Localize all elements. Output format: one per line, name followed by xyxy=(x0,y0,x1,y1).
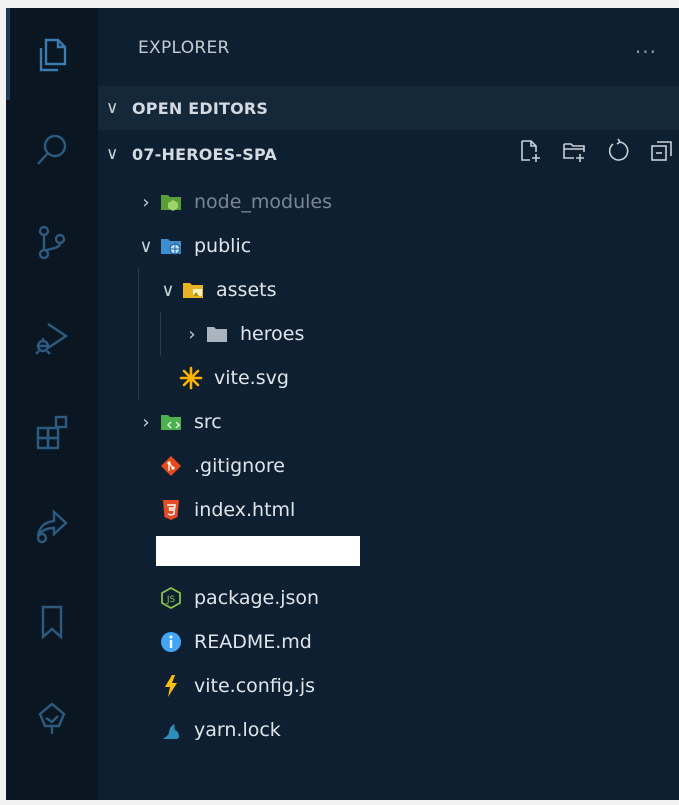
tree-item-vite-svg[interactable]: vite.svg xyxy=(98,356,679,400)
remote-share-button[interactable] xyxy=(6,480,98,572)
extensions-button[interactable] xyxy=(6,386,98,478)
explorer-button[interactable] xyxy=(6,8,98,100)
folder-public-icon xyxy=(158,233,184,259)
search-button[interactable] xyxy=(6,104,98,196)
refresh-icon[interactable] xyxy=(605,138,631,164)
tree-item-label: package.json xyxy=(194,587,320,609)
info-icon xyxy=(158,629,184,655)
tree-item-label: src xyxy=(194,411,222,433)
tree-item-label: node_modules xyxy=(194,191,333,213)
tree-item-label: vite.config.js xyxy=(194,675,316,697)
folder-src-icon xyxy=(158,409,184,435)
tree-button[interactable] xyxy=(6,672,98,764)
tree-item-readme[interactable]: README.md xyxy=(98,620,679,664)
tree-item-package-json[interactable]: JS package.json xyxy=(98,576,679,620)
tree-item-gitignore[interactable]: .gitignore xyxy=(98,444,679,488)
nodejs-icon: JS xyxy=(158,585,184,611)
share-arrow-icon xyxy=(36,509,68,544)
files-icon xyxy=(39,38,67,72)
more-actions-button[interactable]: ... xyxy=(635,34,657,58)
folder-icon xyxy=(204,321,230,347)
chevron-right-icon: › xyxy=(142,411,150,433)
folder-node-icon xyxy=(158,189,184,215)
tree-item-label: public xyxy=(194,235,252,257)
git-icon xyxy=(158,453,184,479)
window-frame-bottom xyxy=(0,800,679,805)
tree-item-label: assets xyxy=(216,279,277,301)
tree-item-label: .gitignore xyxy=(194,455,285,477)
vite-icon xyxy=(158,673,184,699)
tree-item-label: README.md xyxy=(194,631,312,653)
run-debug-icon xyxy=(35,323,69,355)
tree-item-yarn-lock[interactable]: yarn.lock xyxy=(98,708,679,752)
chevron-down-icon: ∨ xyxy=(139,235,153,257)
bookmarks-button[interactable] xyxy=(6,576,98,668)
chevron-right-icon: › xyxy=(142,191,150,213)
tree-item-src[interactable]: › src xyxy=(98,400,679,444)
tree-item-label: yarn.lock xyxy=(194,719,281,741)
chevron-down-icon: ∨ xyxy=(106,144,119,164)
tree-item-node-modules[interactable]: › node_modules xyxy=(98,180,679,224)
project-label: 07-HEROES-SPA xyxy=(132,144,278,164)
folder-assets-icon xyxy=(180,277,206,303)
source-control-icon xyxy=(38,225,66,260)
chevron-down-icon: ∨ xyxy=(161,279,175,301)
chevron-right-icon: › xyxy=(188,323,196,345)
sidebar-header: EXPLORER ... xyxy=(98,8,679,86)
chevron-down-icon: ∨ xyxy=(106,98,119,118)
open-editors-label: OPEN EDITORS xyxy=(132,98,269,118)
svg-text:JS: JS xyxy=(166,595,176,605)
tree-item-label: vite.svg xyxy=(214,367,289,389)
new-folder-icon[interactable] xyxy=(561,138,587,164)
activity-bar xyxy=(6,8,98,800)
collapse-all-icon[interactable] xyxy=(649,138,675,164)
extensions-icon xyxy=(36,415,68,450)
tree-item-assets[interactable]: ∨ assets xyxy=(98,268,679,312)
tree-item-vite-config[interactable]: vite.config.js xyxy=(98,664,679,708)
tree-item-label: heroes xyxy=(240,323,305,345)
tree-item-public[interactable]: ∨ public xyxy=(98,224,679,268)
sidebar-title: EXPLORER xyxy=(138,38,230,58)
section-actions xyxy=(517,138,675,164)
tree-icon xyxy=(38,702,66,734)
open-editors-section[interactable]: ∨ OPEN EDITORS xyxy=(98,86,679,130)
tree-item-heroes[interactable]: › heroes xyxy=(98,312,679,356)
bookmark-icon xyxy=(41,605,63,640)
redacted-item xyxy=(156,536,360,566)
tree-item-index-html[interactable]: index.html xyxy=(98,488,679,532)
yarn-icon xyxy=(158,717,184,743)
svg-file-icon xyxy=(178,365,204,391)
explorer-sidebar: EXPLORER ... ∨ OPEN EDITORS ∨ 07-HEROES-… xyxy=(98,8,679,800)
new-file-icon[interactable] xyxy=(517,138,543,164)
search-icon xyxy=(37,134,67,165)
run-debug-button[interactable] xyxy=(6,292,98,384)
source-control-button[interactable] xyxy=(6,196,98,288)
window-frame-top xyxy=(0,0,679,8)
tree-item-label: index.html xyxy=(194,499,296,521)
html5-icon xyxy=(158,497,184,523)
